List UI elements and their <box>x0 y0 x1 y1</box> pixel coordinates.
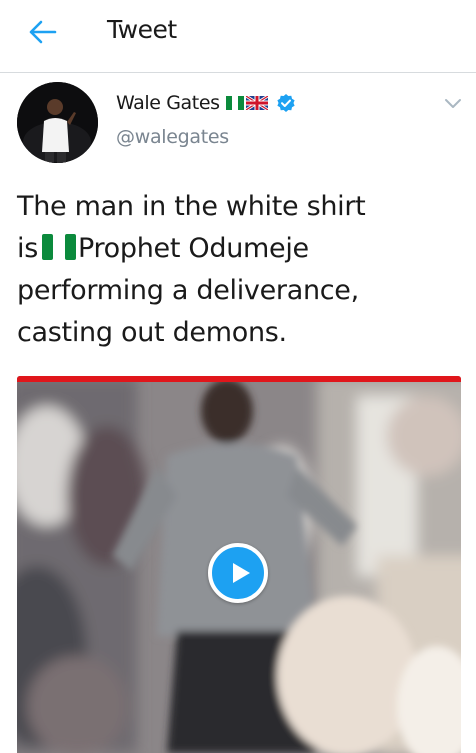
tweet-text-line-2-prefix: is <box>17 233 38 264</box>
nigeria-flag-icon <box>225 96 244 110</box>
author-handle[interactable]: @walegates <box>116 126 229 148</box>
tweet-video[interactable] <box>17 376 461 753</box>
author-name[interactable]: Wale Gates <box>116 92 220 114</box>
play-icon <box>233 563 250 583</box>
uk-flag-icon <box>245 96 268 110</box>
tweet-text-line-1: The man in the white shirt <box>17 191 366 222</box>
play-button[interactable] <box>208 543 268 603</box>
back-button[interactable] <box>22 16 62 48</box>
tweet-text: The man in the white shirt is Prophet Odu… <box>17 186 457 354</box>
verified-badge-icon <box>277 94 295 112</box>
tweet-text-line-2: is Prophet Odumeje <box>17 228 457 270</box>
name-flags <box>225 96 268 110</box>
tweet-text-line-4: casting out demons. <box>17 317 287 348</box>
avatar[interactable] <box>17 82 98 163</box>
nigeria-flag-icon <box>41 234 76 260</box>
top-app-bar: Tweet <box>0 0 476 73</box>
tweet-text-line-2-body: Prophet Odumeje <box>77 233 309 264</box>
tweet-text-line-3: performing a deliverance, <box>17 275 359 306</box>
page-title: Tweet <box>107 15 177 44</box>
more-options-button[interactable] <box>442 96 464 112</box>
avatar-photo <box>17 82 98 163</box>
back-arrow-icon <box>29 20 57 44</box>
chevron-down-icon <box>445 99 461 108</box>
author-name-row: Wale Gates <box>116 92 296 114</box>
